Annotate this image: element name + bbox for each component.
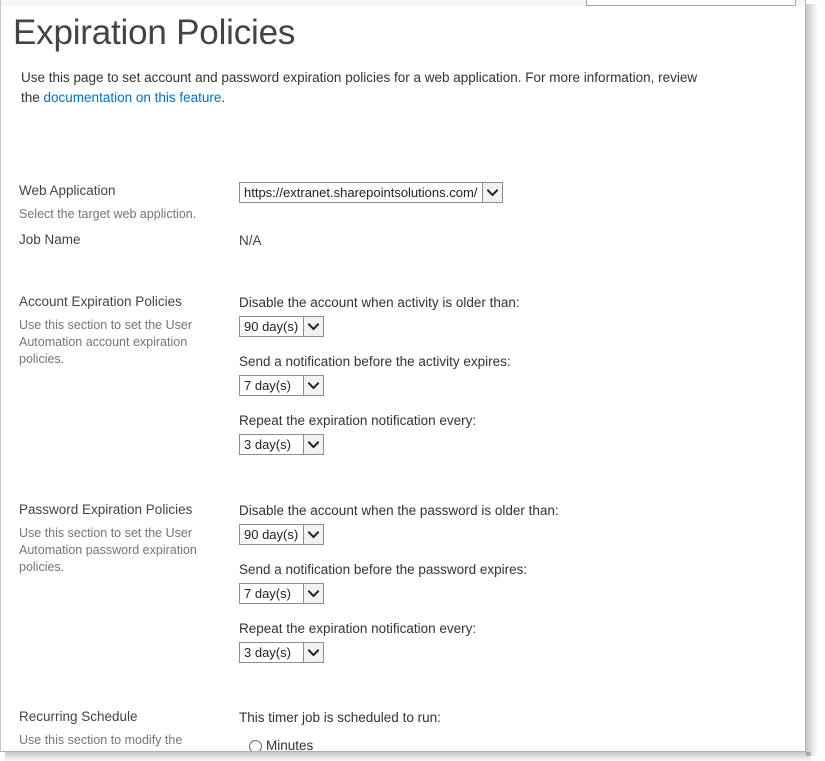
field-label-password-repeat: Repeat the expiration notification every… <box>239 621 477 636</box>
password-repeat-days-select[interactable]: 3 day(s) <box>239 642 324 663</box>
section-recurring-schedule-right: This timer job is scheduled to run: Minu… <box>239 708 805 752</box>
field-password-repeat: Repeat the expiration notification every… <box>239 619 805 665</box>
radio-minutes-label: Minutes <box>266 738 314 752</box>
section-title-recurring-schedule: Recurring Schedule <box>19 709 138 724</box>
field-label-password-disable: Disable the account when the password is… <box>239 503 559 518</box>
page-description-suffix: . <box>221 90 226 105</box>
field-account-disable: Disable the account when activity is old… <box>239 293 805 339</box>
password-notify-days-select[interactable]: 7 day(s) <box>239 583 324 604</box>
web-application-select[interactable]: https://extranet.sharepointsolutions.com… <box>239 182 504 203</box>
section-recurring-schedule: Recurring Schedule Use this section to m… <box>1 708 805 752</box>
password-disable-days-select[interactable]: 90 day(s) <box>239 524 325 545</box>
section-password-expiration: Password Expiration Policies Use this se… <box>1 501 805 665</box>
radio-circle-icon <box>249 739 262 751</box>
section-recurring-schedule-left: Recurring Schedule Use this section to m… <box>19 708 227 751</box>
account-repeat-days-select[interactable]: 3 day(s) <box>239 434 324 455</box>
section-account-expiration-left: Account Expiration Policies Use this sec… <box>19 293 227 368</box>
account-notify-days-select[interactable]: 7 day(s) <box>239 375 324 396</box>
section-password-expiration-right: Disable the account when the password is… <box>239 501 805 665</box>
field-password-disable: Disable the account when the password is… <box>239 501 805 547</box>
field-label-account-repeat: Repeat the expiration notification every… <box>239 413 477 428</box>
section-title-account-expiration: Account Expiration Policies <box>19 294 182 309</box>
section-title-password-expiration: Password Expiration Policies <box>19 502 193 517</box>
chevron-down-icon <box>303 525 324 544</box>
field-label-account-disable: Disable the account when activity is old… <box>239 295 520 310</box>
page-description: Use this page to set account and passwor… <box>1 54 711 108</box>
chevron-down-icon <box>303 643 323 662</box>
field-password-notify: Send a notification before the password … <box>239 560 805 606</box>
frame-shadow-right <box>806 4 818 756</box>
password-disable-days-value: 90 day(s) <box>244 527 299 542</box>
account-disable-days-select[interactable]: 90 day(s) <box>239 316 325 337</box>
section-description-account-expiration: Use this section to set the User Automat… <box>19 318 192 366</box>
chevron-down-icon <box>482 183 503 202</box>
frame-shadow-bottom <box>5 752 811 761</box>
page-title: Expiration Policies <box>13 13 296 52</box>
section-description-password-expiration: Use this section to set the User Automat… <box>19 526 197 574</box>
field-label-password-notify: Send a notification before the password … <box>239 562 528 577</box>
password-notify-days-value: 7 day(s) <box>244 586 291 601</box>
password-repeat-days-value: 3 day(s) <box>244 645 291 660</box>
section-title-job-name: Job Name <box>19 232 81 247</box>
section-account-expiration-right: Disable the account when activity is old… <box>239 293 805 457</box>
page-frame: Expiration Policies Use this page to set… <box>0 0 806 752</box>
section-description-web-application: Select the target web appliction. <box>19 207 197 221</box>
section-web-application: Web Application Select the target web ap… <box>1 182 805 221</box>
documentation-link[interactable]: documentation on this feature <box>44 90 222 105</box>
chevron-down-icon <box>303 317 324 336</box>
chevron-down-icon <box>303 435 323 454</box>
section-job-name-left: Job Name <box>19 231 227 249</box>
section-web-application-right: https://extranet.sharepointsolutions.com… <box>239 182 805 205</box>
section-title-web-application: Web Application <box>19 183 116 198</box>
job-name-value: N/A <box>239 233 262 248</box>
radio-minutes[interactable]: Minutes <box>239 737 805 752</box>
page-content: Expiration Policies Use this page to set… <box>1 6 805 752</box>
field-account-notify: Send a notification before the activity … <box>239 352 805 398</box>
account-disable-days-value: 90 day(s) <box>244 319 299 334</box>
chevron-down-icon <box>303 584 323 603</box>
section-description-recurring-schedule: Use this section to modify the schedule … <box>19 733 214 751</box>
field-label-account-notify: Send a notification before the activity … <box>239 354 511 369</box>
web-application-select-value: https://extranet.sharepointsolutions.com… <box>244 185 478 200</box>
account-repeat-days-value: 3 day(s) <box>244 437 291 452</box>
section-job-name: Job Name N/A <box>1 231 805 250</box>
section-password-expiration-left: Password Expiration Policies Use this se… <box>19 501 227 576</box>
field-label-schedule-run: This timer job is scheduled to run: <box>239 710 441 725</box>
chevron-down-icon <box>303 376 323 395</box>
account-notify-days-value: 7 day(s) <box>244 378 291 393</box>
section-web-application-left: Web Application Select the target web ap… <box>19 182 227 223</box>
field-account-repeat: Repeat the expiration notification every… <box>239 411 805 457</box>
section-account-expiration: Account Expiration Policies Use this sec… <box>1 293 805 457</box>
screenshot-root: Expiration Policies Use this page to set… <box>0 0 825 761</box>
section-job-name-right: N/A <box>239 231 805 250</box>
